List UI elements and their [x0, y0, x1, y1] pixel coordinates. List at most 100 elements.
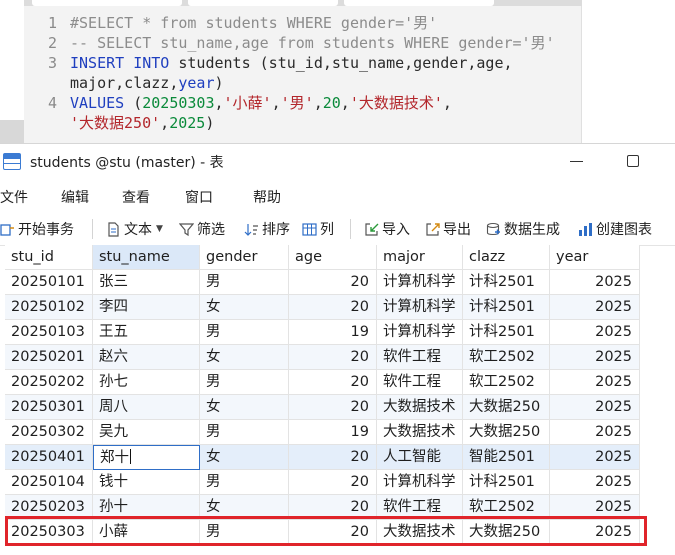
- menu-window[interactable]: 窗口: [185, 187, 213, 207]
- table-cell-year[interactable]: 2025: [550, 345, 640, 370]
- table-row[interactable]: 20250103 王五 男 19 计算机科学 计科2501 2025: [0, 320, 640, 345]
- table-cell-stu-name[interactable]: 钱十: [93, 470, 200, 495]
- table-cell-gender[interactable]: 男: [200, 270, 289, 295]
- table-cell-age[interactable]: 20: [289, 370, 377, 395]
- menu-file[interactable]: 文件: [0, 187, 28, 207]
- table-cell-gender[interactable]: 女: [200, 295, 289, 320]
- table-cell-stu-id[interactable]: 20250401: [5, 445, 93, 470]
- table-cell-stu-id[interactable]: 20250301: [5, 395, 93, 420]
- table-cell-major[interactable]: 计算机科学: [377, 470, 463, 495]
- table-cell-stu-name[interactable]: 赵六: [93, 345, 200, 370]
- table-cell-gender[interactable]: 男: [200, 420, 289, 445]
- table-cell-age[interactable]: 20: [289, 270, 377, 295]
- data-generation-button[interactable]: 数据生成: [486, 218, 560, 240]
- code-line[interactable]: '大数据250',2025): [30, 113, 555, 133]
- table-cell-major[interactable]: 大数据技术: [377, 420, 463, 445]
- editor-tab-2[interactable]: [188, 0, 338, 6]
- filter-button[interactable]: 筛选: [178, 218, 225, 240]
- table-cell-age[interactable]: 20: [289, 445, 377, 470]
- table-cell-clazz[interactable]: 计科2501: [463, 295, 550, 320]
- table-cell-stu-id[interactable]: 20250102: [5, 295, 93, 320]
- table-row[interactable]: 20250401 郑十 女 20 人工智能 智能2501 2025: [0, 445, 640, 470]
- table-cell-major[interactable]: 人工智能: [377, 445, 463, 470]
- maximize-icon[interactable]: [627, 155, 639, 167]
- table-cell-age[interactable]: 19: [289, 320, 377, 345]
- table-cell-clazz[interactable]: 大数据250: [463, 395, 550, 420]
- menu-help[interactable]: 帮助: [253, 187, 281, 207]
- table-cell-clazz[interactable]: 计科2501: [463, 320, 550, 345]
- table-cell-stu-name[interactable]: 王五: [93, 320, 200, 345]
- table-cell-year[interactable]: 2025: [550, 395, 640, 420]
- table-cell-year[interactable]: 2025: [550, 445, 640, 470]
- minimize-icon[interactable]: [568, 152, 586, 170]
- table-cell-clazz[interactable]: 计科2501: [463, 270, 550, 295]
- table-cell-stu-id[interactable]: 20250201: [5, 345, 93, 370]
- code-line[interactable]: major,clazz,year): [30, 73, 555, 93]
- table-cell-year[interactable]: 2025: [550, 320, 640, 345]
- table-cell-major[interactable]: 大数据技术: [377, 395, 463, 420]
- table-cell-stu-name[interactable]: 张三: [93, 270, 200, 295]
- table-cell-clazz[interactable]: 软工2502: [463, 370, 550, 395]
- text-view-button[interactable]: 文本 ▼: [106, 218, 163, 240]
- code-line[interactable]: 4 VALUES (20250303,'小薛','男',20,'大数据技术',: [30, 93, 555, 113]
- table-cell-major[interactable]: 计算机科学: [377, 270, 463, 295]
- table-cell-stu-name[interactable]: 李四: [93, 295, 200, 320]
- begin-transaction-button[interactable]: 开始事务: [0, 218, 74, 240]
- table-cell-gender[interactable]: 女: [200, 445, 289, 470]
- table-row[interactable]: 20250104 钱十 男 20 计算机科学 计科2501 2025: [0, 470, 640, 495]
- table-cell-year[interactable]: 2025: [550, 420, 640, 445]
- chevron-down-icon[interactable]: ▼: [156, 224, 163, 234]
- table-cell-stu-id[interactable]: 20250302: [5, 420, 93, 445]
- table-cell-year[interactable]: 2025: [550, 295, 640, 320]
- create-chart-button[interactable]: 创建图表: [578, 218, 652, 240]
- table-row[interactable]: 20250202 孙七 男 20 软件工程 软工2502 2025: [0, 370, 640, 395]
- table-row[interactable]: 20250102 李四 女 20 计算机科学 计科2501 2025: [0, 295, 640, 320]
- column-header-stu-id[interactable]: stu_id: [5, 245, 93, 270]
- table-cell-major[interactable]: 软件工程: [377, 345, 463, 370]
- table-cell-stu-id[interactable]: 20250202: [5, 370, 93, 395]
- table-cell-age[interactable]: 20: [289, 345, 377, 370]
- column-header-age[interactable]: age: [289, 245, 377, 270]
- column-header-major[interactable]: major: [377, 245, 463, 270]
- table-row[interactable]: 20250302 吴九 男 19 大数据技术 大数据250 2025: [0, 420, 640, 445]
- table-cell-stu-id[interactable]: 20250104: [5, 470, 93, 495]
- column-header-year[interactable]: year: [550, 245, 640, 270]
- table-cell-stu-id[interactable]: 20250103: [5, 320, 93, 345]
- table-cell-year[interactable]: 2025: [550, 470, 640, 495]
- sort-button[interactable]: 排序: [244, 218, 290, 240]
- table-cell-stu-name[interactable]: 周八: [93, 395, 200, 420]
- table-cell-major[interactable]: 计算机科学: [377, 295, 463, 320]
- import-button[interactable]: 导入: [364, 218, 410, 240]
- table-cell-gender[interactable]: 男: [200, 370, 289, 395]
- table-cell-age[interactable]: 20: [289, 470, 377, 495]
- table-cell-age[interactable]: 20: [289, 295, 377, 320]
- table-cell-year[interactable]: 2025: [550, 370, 640, 395]
- table-cell-clazz[interactable]: 计科2501: [463, 470, 550, 495]
- column-header-stu-name[interactable]: stu_name: [93, 245, 200, 270]
- table-cell-age[interactable]: 20: [289, 395, 377, 420]
- table-cell-gender[interactable]: 男: [200, 470, 289, 495]
- table-row[interactable]: 20250101 张三 男 20 计算机科学 计科2501 2025: [0, 270, 640, 295]
- editor-tab-1[interactable]: [32, 0, 182, 6]
- column-header-clazz[interactable]: clazz: [463, 245, 550, 270]
- column-header-gender[interactable]: gender: [200, 245, 289, 270]
- menu-edit[interactable]: 编辑: [61, 187, 89, 207]
- table-cell-stu-name[interactable]: 吴九: [93, 420, 200, 445]
- table-cell-gender[interactable]: 女: [200, 395, 289, 420]
- table-cell-clazz[interactable]: 大数据250: [463, 420, 550, 445]
- table-cell-major[interactable]: 计算机科学: [377, 320, 463, 345]
- table-cell-clazz[interactable]: 软工2502: [463, 345, 550, 370]
- editor-tab-3[interactable]: [344, 0, 494, 6]
- table-cell-major[interactable]: 软件工程: [377, 370, 463, 395]
- table-cell-stu-id[interactable]: 20250101: [5, 270, 93, 295]
- table-cell-clazz[interactable]: 智能2501: [463, 445, 550, 470]
- table-cell-stu-name[interactable]: 郑十: [93, 445, 200, 470]
- table-cell-age[interactable]: 19: [289, 420, 377, 445]
- columns-button[interactable]: 列: [302, 218, 334, 240]
- table-row[interactable]: 20250201 赵六 女 20 软件工程 软工2502 2025: [0, 345, 640, 370]
- table-row[interactable]: 20250301 周八 女 20 大数据技术 大数据250 2025: [0, 395, 640, 420]
- table-cell-gender[interactable]: 女: [200, 345, 289, 370]
- table-cell-year[interactable]: 2025: [550, 270, 640, 295]
- sql-code[interactable]: 1 #SELECT * from students WHERE gender='男…: [30, 13, 555, 133]
- code-line[interactable]: 1 #SELECT * from students WHERE gender='男…: [30, 13, 555, 33]
